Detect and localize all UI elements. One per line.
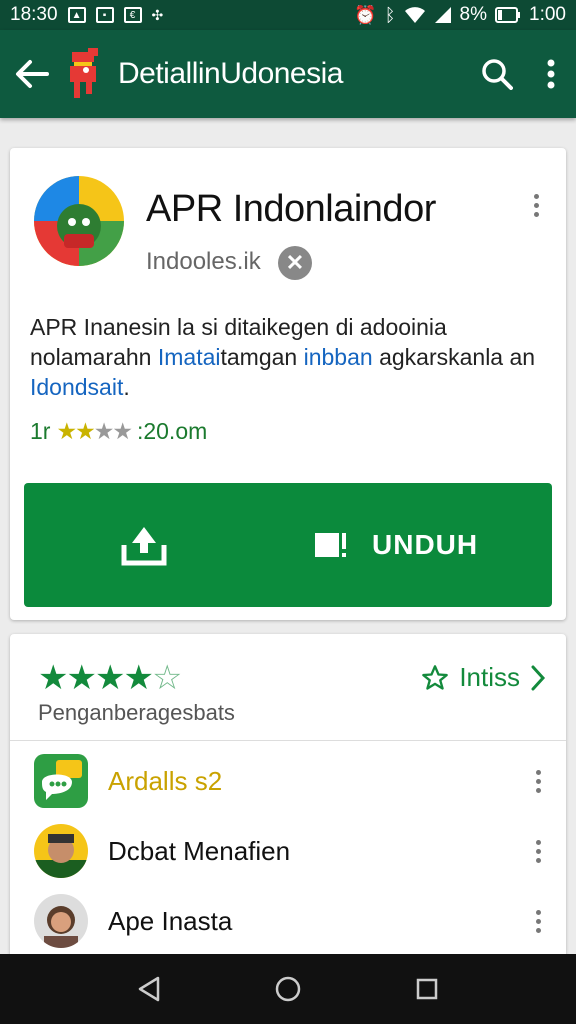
install-link[interactable]: Intiss: [421, 662, 546, 693]
list-item-label: Dcbat Menafien: [108, 835, 291, 866]
divider: [10, 740, 566, 741]
download-action[interactable]: [24, 483, 264, 607]
list-item-menu[interactable]: [528, 910, 548, 933]
overflow-menu-button[interactable]: [526, 30, 576, 118]
status-bar: 18:30 ▲ ▪ € ✣ ⏰ ᛒ 8% 1:00: [0, 0, 576, 30]
list-item[interactable]: Ape Inasta: [10, 886, 566, 956]
rating-prefix: 1r: [30, 418, 51, 444]
star-icon: ★: [38, 659, 69, 697]
list-item-label: Ardalls s2: [108, 765, 223, 796]
link-notification-icon: ✣: [151, 6, 164, 23]
description-link[interactable]: inbban: [304, 344, 373, 370]
star-icon: ★: [75, 418, 96, 444]
rating-stars: ★★★★: [56, 418, 133, 445]
star-outline-icon: ☆: [151, 659, 183, 697]
battery-percent: 8%: [459, 4, 488, 25]
nav-back-icon: [139, 976, 160, 1002]
search-icon: [482, 59, 513, 90]
alarm-icon: ⏰: [354, 4, 377, 25]
system-nav-bar: [0, 954, 576, 1024]
image-notification-icon: ▪: [95, 7, 114, 23]
app-details-card: APR Indonlaindor Indooles.ik ✕ APR Inane…: [10, 148, 566, 620]
star-icon: ★: [94, 659, 126, 697]
status-time-right: 1:00: [529, 4, 566, 25]
nav-home-button[interactable]: [268, 969, 308, 1009]
store-logo: [64, 46, 104, 102]
nav-back-button[interactable]: [129, 969, 169, 1009]
rating-count: :20.om: [136, 418, 208, 444]
review-rating-stars: ★★★★☆: [38, 658, 183, 698]
star-icon: ★: [56, 418, 77, 444]
install-label: UNDUH: [372, 529, 479, 560]
developer-name[interactable]: Indooles.ik: [146, 248, 261, 276]
developer-badge-icon: ✕: [278, 246, 312, 280]
description-link[interactable]: Idondsait: [30, 374, 123, 400]
notification-icon: ▲: [67, 7, 86, 23]
reviews-subtitle: Penganberagesbats: [38, 700, 235, 725]
app-title: APR Indonlaindor: [146, 188, 436, 230]
rating-summary: 1r ★★★★ :20.om: [30, 418, 207, 445]
app-chat-avatar: [34, 754, 88, 808]
description-text: agkarskanla an: [372, 344, 536, 370]
toolbar-title: DetiallinUdonesia: [118, 57, 343, 90]
app-icon: [34, 176, 124, 266]
list-item-menu[interactable]: [528, 840, 548, 863]
app-overflow-menu[interactable]: [526, 194, 546, 217]
star-icon: ★: [123, 659, 154, 697]
arrow-left-icon: [16, 60, 49, 88]
signal-icon: [434, 7, 451, 23]
list-item[interactable]: Ardalls s2: [10, 746, 566, 816]
description-text: .: [123, 374, 130, 400]
install-button[interactable]: UNDUH: [24, 483, 552, 607]
list-item[interactable]: Dcbat Menafien: [10, 816, 566, 886]
star-icon: ★: [66, 659, 97, 697]
bluetooth-icon: ᛒ: [384, 4, 396, 25]
avatar: [34, 894, 88, 948]
install-link-label: Intiss: [459, 662, 520, 692]
app-notification-icon: €: [123, 7, 142, 23]
list-item-menu[interactable]: [528, 770, 548, 793]
nav-home-icon: [275, 976, 301, 1002]
reviews-card: ★★★★☆ Penganberagesbats Intiss Ardalls s…: [10, 634, 566, 964]
nav-recents-icon: [416, 978, 437, 1000]
app-description: APR Inanesin la si ditaikegen di adooini…: [30, 312, 550, 402]
search-button[interactable]: [468, 30, 526, 118]
list-item-label: Ape Inasta: [108, 905, 233, 936]
description-link[interactable]: Imatai: [158, 344, 221, 370]
battery-icon: [495, 7, 521, 23]
nav-recents-button[interactable]: [407, 969, 447, 1009]
more-vert-icon: [547, 59, 555, 89]
download-icon: [121, 527, 167, 566]
star-outline-icon: [422, 664, 449, 690]
chevron-right-icon: [531, 665, 546, 690]
star-icon: ★: [112, 418, 133, 444]
description-text: tamgan: [220, 344, 304, 370]
avatar: [34, 824, 88, 878]
star-icon: ★: [93, 418, 115, 444]
back-button[interactable]: [0, 30, 64, 118]
bookmark-icon: [315, 533, 346, 557]
status-time-left: 18:30: [10, 4, 58, 25]
wifi-icon: [404, 7, 425, 23]
app-toolbar: DetiallinUdonesia: [0, 30, 576, 118]
